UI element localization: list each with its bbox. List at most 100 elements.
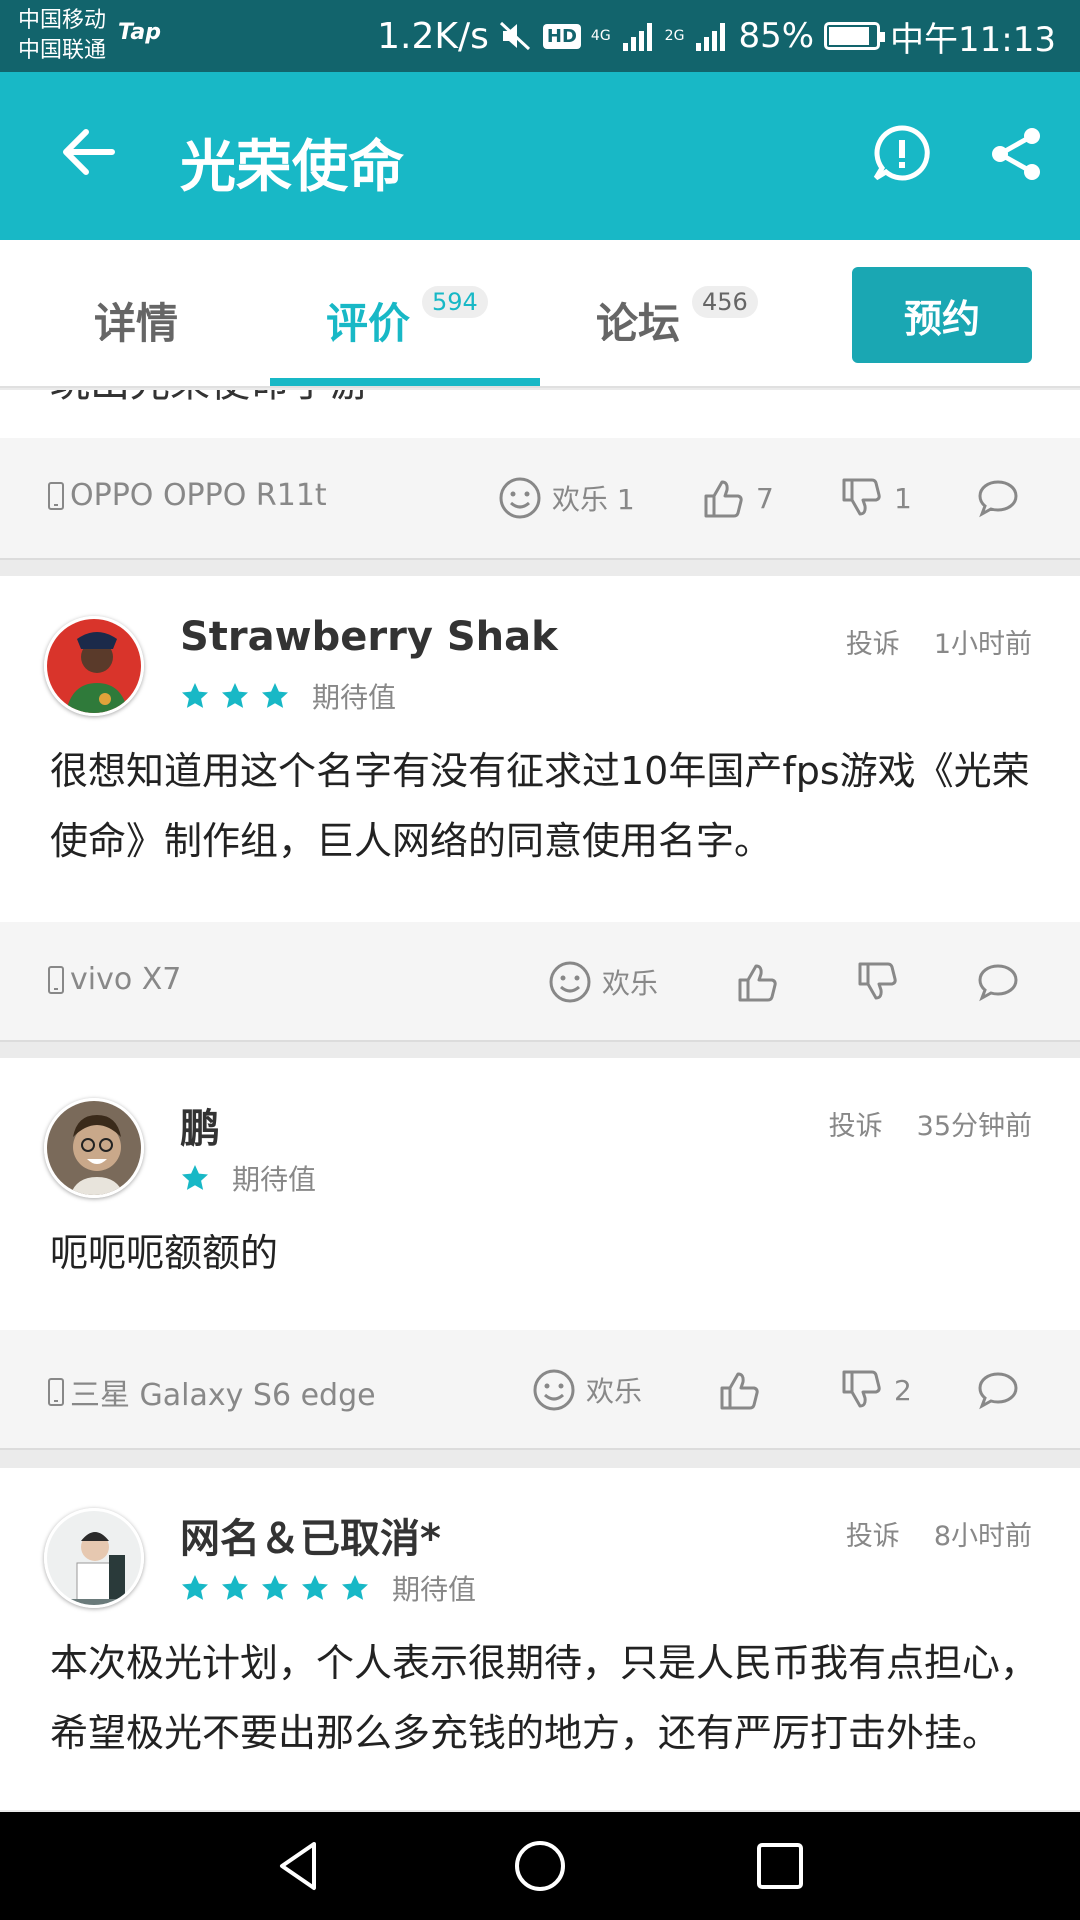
comment-button[interactable] — [976, 954, 1020, 1010]
device-label: 三星 Galaxy S6 edge — [48, 1370, 376, 1414]
status-bar: 中国移动 中国联通 Tap 1.2K/s HD 4G 2G 85% 中午11:1… — [0, 0, 1080, 72]
fun-label: 欢乐 1 — [552, 483, 635, 516]
carrier-labels: 中国移动 中国联通 — [18, 6, 106, 66]
review-footer: vivo X7 欢乐 — [0, 922, 1080, 1042]
fun-button[interactable]: 欢乐 1 — [498, 470, 635, 526]
device-name: vivo X7 — [70, 962, 182, 997]
net-type-1: 4G — [590, 28, 611, 44]
tab-forum[interactable]: 论坛 — [596, 290, 680, 351]
fun-button[interactable]: 欢乐 — [532, 1362, 642, 1418]
phone-icon — [48, 481, 64, 510]
tab-details[interactable]: 详情 — [94, 290, 178, 351]
comment-button[interactable] — [976, 1362, 1020, 1418]
report-link[interactable]: 投诉 — [846, 1521, 900, 1552]
thumbs-up-icon — [738, 964, 777, 1002]
clock: 中午11:13 — [890, 19, 1056, 60]
rating-label: 期待值 — [232, 1163, 317, 1196]
review-list[interactable]: 玩出光荣使命手游 OPPO OPPO R11t 欢乐 1 7 1 — [0, 390, 1080, 1810]
app-bar: 光荣使命 — [0, 72, 1080, 240]
rating-stars: 期待值 — [180, 1568, 476, 1608]
comment-icon — [978, 480, 1018, 518]
fun-button[interactable]: 欢乐 — [548, 954, 658, 1010]
battery-icon — [824, 22, 886, 50]
carrier-1: 中国移动 — [18, 8, 107, 33]
device-label: OPPO OPPO R11t — [48, 478, 327, 513]
review-card: 网名＆已取消* 投诉 8小时前 期待值 本次极光计划，个人表示很期待，只是人民币我… — [0, 1468, 1080, 1810]
back-arrow-icon[interactable] — [52, 116, 124, 188]
review-meta: 投诉 1小时前 — [846, 622, 1032, 661]
review-time: 35分钟前 — [916, 1111, 1032, 1142]
nav-recents-icon[interactable] — [750, 1836, 810, 1896]
star-icon — [262, 1575, 288, 1600]
star-icon — [222, 1575, 248, 1600]
phone-icon — [48, 965, 64, 994]
device-name: OPPO OPPO R11t — [70, 478, 327, 513]
star-icon — [262, 683, 288, 708]
star-icon — [182, 683, 208, 708]
share-icon[interactable] — [986, 124, 1046, 184]
report-link[interactable]: 投诉 — [829, 1111, 883, 1142]
signal-icon-2 — [694, 21, 728, 51]
star-icon — [182, 1575, 208, 1600]
rating-stars: 期待值 — [180, 676, 396, 716]
signal-icon-1 — [621, 21, 655, 51]
tab-reviews[interactable]: 评价 — [326, 290, 410, 351]
username[interactable]: 鹏 — [180, 1096, 220, 1154]
thumbs-up-icon — [720, 1372, 759, 1410]
battery-percent: 85% — [738, 16, 815, 56]
review-meta: 投诉 35分钟前 — [829, 1104, 1032, 1143]
reserve-button[interactable]: 预约 — [852, 267, 1032, 363]
cut-review-body: 玩出光荣使命手游 — [0, 390, 1080, 440]
review-body: 鹏 投诉 35分钟前 期待值 呃呃呃额额的 — [0, 1058, 1080, 1330]
hd-icon: HD — [542, 23, 581, 49]
like-button[interactable] — [718, 1362, 762, 1418]
comment-icon — [978, 1372, 1018, 1410]
phone-icon — [48, 1378, 64, 1406]
username[interactable]: 网名＆已取消* — [180, 1506, 441, 1564]
review-body: Strawberry Shak 投诉 1小时前 期待值 很想知道用这个名字有没有征… — [0, 576, 1080, 922]
avatar[interactable] — [44, 1508, 144, 1608]
review-text: 本次极光计划，个人表示很期待，只是人民币我有点担心，希望极光不要出那么多充钱的地… — [50, 1641, 1039, 1755]
smile-icon — [499, 477, 541, 519]
active-tab-indicator — [270, 378, 540, 386]
like-button[interactable]: 7 — [702, 470, 774, 526]
review-meta: 投诉 8小时前 — [846, 1514, 1032, 1553]
report-link[interactable]: 投诉 — [846, 629, 900, 660]
review-card: 鹏 投诉 35分钟前 期待值 呃呃呃额额的 三星 Galaxy S6 edge 欢… — [0, 1058, 1080, 1450]
review-text: 很想知道用这个名字有没有征求过10年国产fps游戏《光荣使命》制作组，巨人网络的… — [50, 749, 1030, 863]
review-footer: OPPO OPPO R11t 欢乐 1 7 1 — [0, 438, 1080, 560]
smile-icon — [549, 961, 591, 1003]
tap-notification-icon: Tap — [118, 20, 161, 45]
net-type-2: 2G — [664, 28, 685, 44]
rating-label: 期待值 — [312, 681, 397, 714]
rating-stars: 期待值 — [180, 1158, 316, 1198]
like-count: 7 — [756, 481, 774, 515]
report-icon[interactable] — [872, 124, 932, 184]
cut-review-card: OPPO OPPO R11t 欢乐 1 7 1 — [0, 438, 1080, 560]
dislike-button[interactable]: 2 — [840, 1362, 912, 1418]
review-card: Strawberry Shak 投诉 1小时前 期待值 很想知道用这个名字有没有征… — [0, 576, 1080, 1042]
like-button[interactable] — [736, 954, 780, 1010]
dislike-count: 2 — [894, 1373, 912, 1407]
device-name: 三星 Galaxy S6 edge — [70, 1378, 376, 1413]
nav-back-icon[interactable] — [270, 1836, 330, 1896]
smile-icon — [533, 1369, 575, 1411]
comment-icon — [978, 964, 1018, 1002]
dislike-button[interactable]: 1 — [840, 470, 912, 526]
forum-count-badge: 456 — [692, 286, 758, 318]
review-body: 网名＆已取消* 投诉 8小时前 期待值 本次极光计划，个人表示很期待，只是人民币我… — [0, 1468, 1080, 1810]
thumbs-down-icon — [842, 1370, 881, 1408]
dislike-count: 1 — [894, 481, 912, 515]
dislike-button[interactable] — [856, 954, 900, 1010]
device-label: vivo X7 — [48, 962, 181, 997]
carrier-2: 中国联通 — [18, 38, 107, 63]
avatar[interactable] — [44, 616, 144, 716]
avatar[interactable] — [44, 1098, 144, 1198]
star-icon — [182, 1165, 208, 1190]
network-speed: 1.2K/s — [377, 15, 489, 57]
review-footer: 三星 Galaxy S6 edge 欢乐 2 — [0, 1330, 1080, 1450]
comment-button[interactable] — [976, 470, 1020, 526]
nav-home-icon[interactable] — [510, 1836, 570, 1896]
review-time: 8小时前 — [933, 1521, 1032, 1552]
username[interactable]: Strawberry Shak — [180, 614, 558, 660]
